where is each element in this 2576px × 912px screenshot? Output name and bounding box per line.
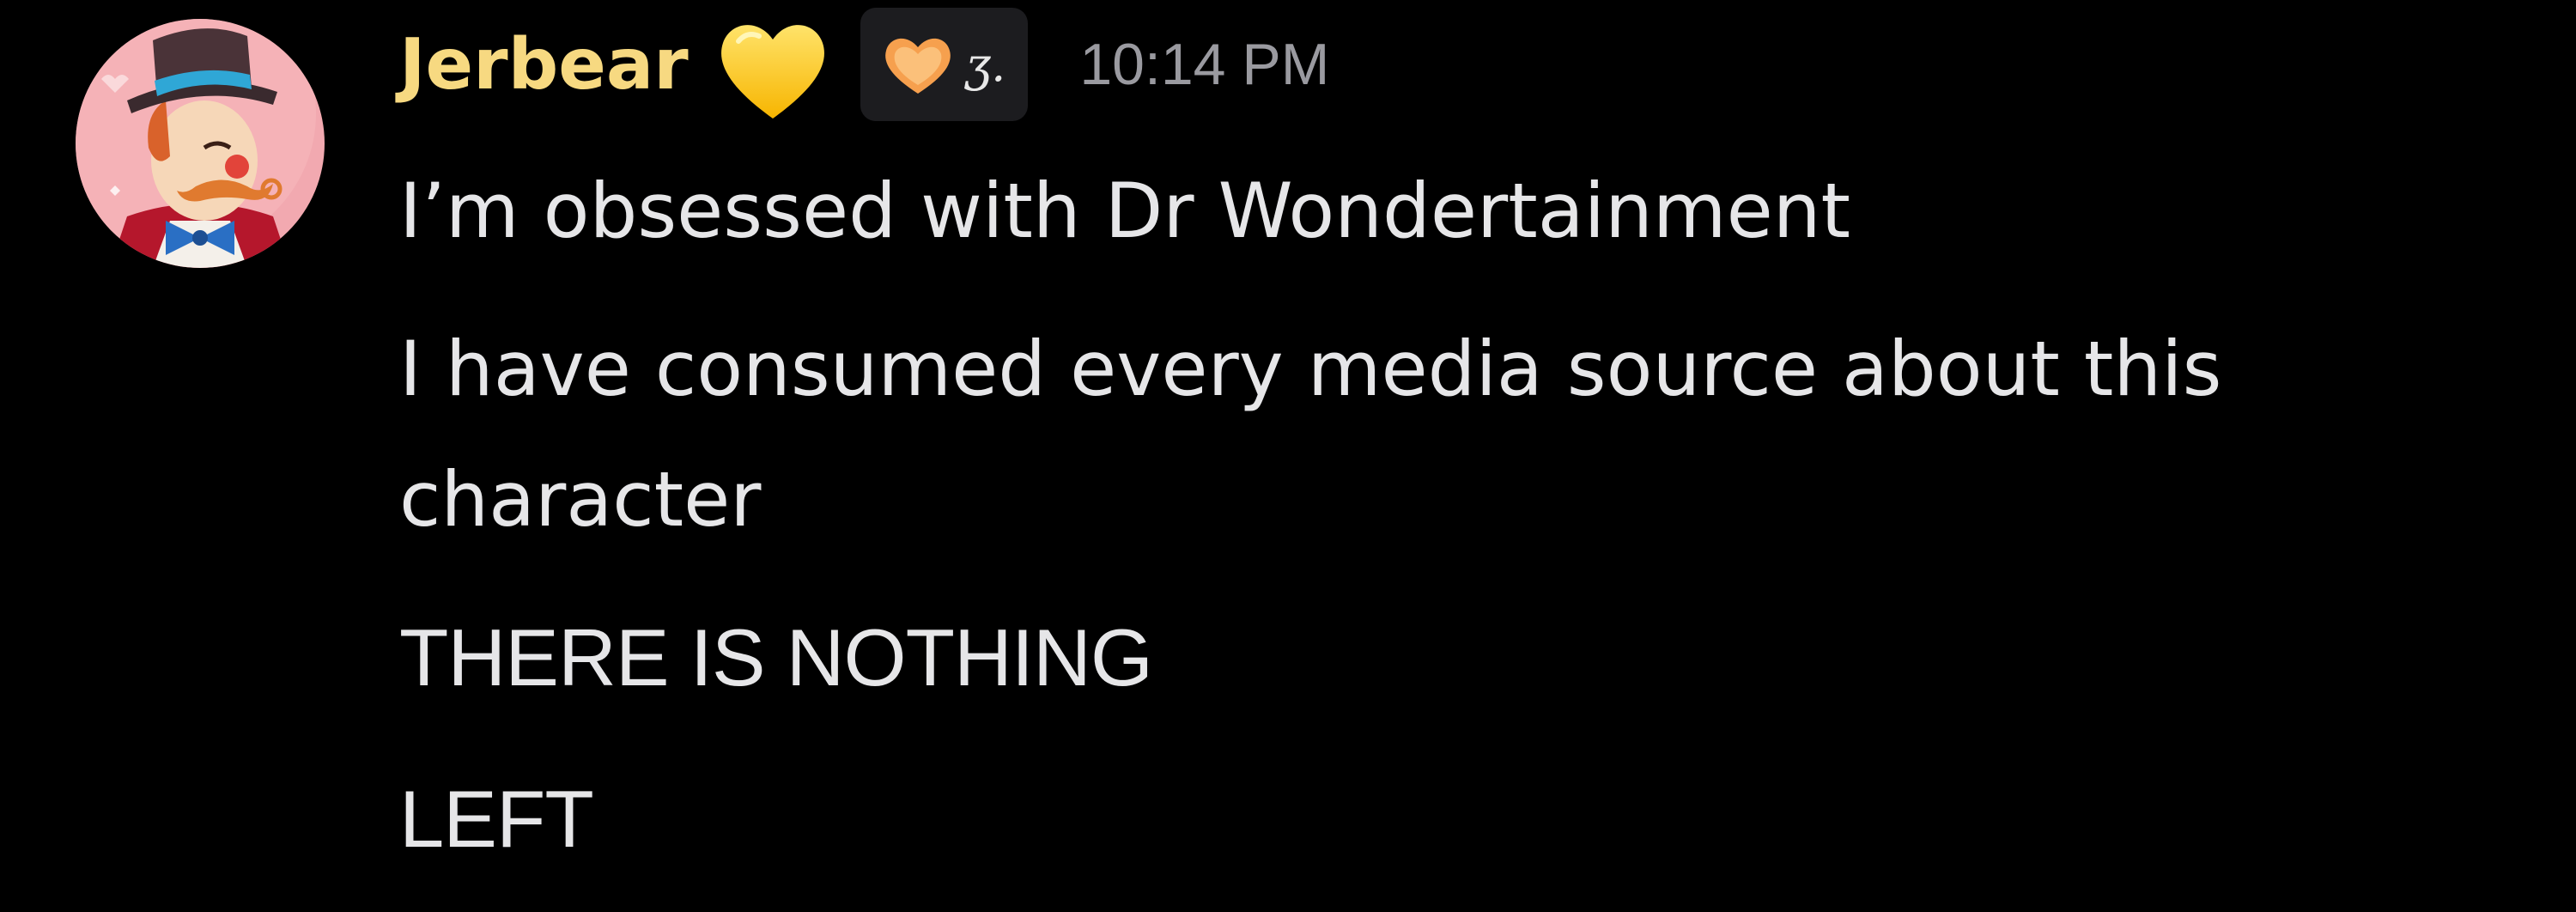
clown-character-avatar-icon <box>76 19 325 268</box>
message-line: I have consumed every media source about… <box>399 325 2246 544</box>
message-line: LEFT <box>399 774 594 864</box>
chat-message: Jerbear ʒ. 10:14 PM I’m obsessed with Dr… <box>0 0 2576 864</box>
tag-label: ʒ. <box>964 37 1006 92</box>
timestamp[interactable]: 10:14 PM <box>1079 31 1329 98</box>
message-content: I’m obsessed with Dr Wondertainment I ha… <box>399 146 2546 912</box>
message-line: I’m obsessed with Dr Wondertainment <box>399 167 1851 255</box>
message-header: Jerbear ʒ. 10:14 PM <box>399 0 1329 129</box>
message-line: THERE IS NOTHING <box>399 612 1153 702</box>
yellow-heart-icon <box>713 9 833 129</box>
avatar[interactable] <box>76 19 325 268</box>
username[interactable]: Jerbear <box>399 24 689 106</box>
orange-heart-icon <box>879 28 957 100</box>
role-tag[interactable]: ʒ. <box>860 8 1029 121</box>
